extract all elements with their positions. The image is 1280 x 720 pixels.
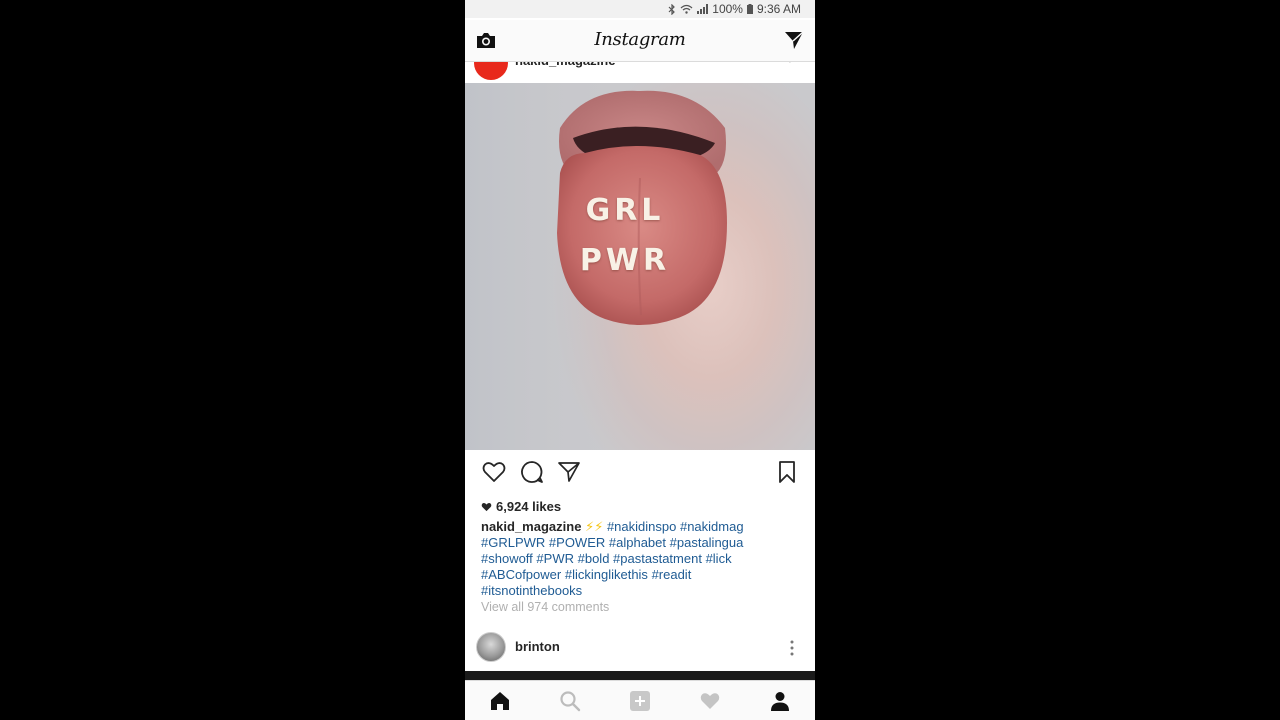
heart-outline-icon[interactable] xyxy=(481,459,507,485)
heart-filled-icon xyxy=(481,502,492,511)
status-bar: 100% 9:36 AM xyxy=(465,0,815,18)
bottom-navigation xyxy=(465,680,815,720)
next-post-header: brinton xyxy=(465,628,815,668)
phone-screen: 100% 9:36 AM Instagram nakid_magazine ⋮ xyxy=(465,0,815,720)
caption-username[interactable]: nakid_magazine xyxy=(481,519,581,534)
wifi-icon xyxy=(680,4,693,14)
likes-count[interactable]: 6,924 likes xyxy=(481,499,561,514)
hashtag[interactable]: #POWER xyxy=(549,535,605,550)
add-post-icon[interactable] xyxy=(629,690,651,712)
hashtag[interactable]: #ABCofpower xyxy=(481,567,561,582)
hashtag[interactable]: #GRLPWR xyxy=(481,535,545,550)
more-options-icon[interactable] xyxy=(789,640,795,656)
hashtag[interactable]: #itsnotinthebooks xyxy=(481,583,582,598)
direct-message-icon[interactable] xyxy=(783,29,805,51)
post-image[interactable]: GRL PWR xyxy=(465,83,815,450)
hashtag[interactable]: #nakidinspo xyxy=(607,519,676,534)
share-icon[interactable] xyxy=(556,459,582,485)
battery-icon xyxy=(746,4,753,14)
image-text-line-2: PWR xyxy=(579,243,671,278)
image-text-line-1: GRL xyxy=(585,193,665,228)
hashtag[interactable]: #PWR xyxy=(536,551,574,566)
app-logo: Instagram xyxy=(594,29,686,50)
post-actions xyxy=(465,450,815,492)
hashtag[interactable]: #bold xyxy=(578,551,610,566)
profile-icon[interactable] xyxy=(769,690,791,712)
bluetooth-icon xyxy=(668,3,676,15)
app-header: Instagram xyxy=(465,20,815,62)
search-icon[interactable] xyxy=(559,690,581,712)
clock: 9:36 AM xyxy=(756,2,801,16)
avatar[interactable] xyxy=(476,632,506,662)
hashtag[interactable]: #lick xyxy=(706,551,732,566)
home-icon[interactable] xyxy=(489,690,511,712)
hashtag[interactable]: #alphabet xyxy=(609,535,666,550)
heart-icon[interactable] xyxy=(699,690,721,712)
battery-percent: 100% xyxy=(712,2,743,16)
bookmark-icon[interactable] xyxy=(774,459,800,485)
likes-label: 6,924 likes xyxy=(496,499,562,514)
caption-emoji: ⚡⚡ xyxy=(585,519,604,534)
hashtag[interactable]: #pastastatment xyxy=(613,551,702,566)
signal-icon xyxy=(697,4,709,14)
view-all-comments-link[interactable]: View all 974 comments xyxy=(481,600,609,614)
post-caption: nakid_magazine ⚡⚡ #nakidinspo #nakidmag … xyxy=(481,519,801,599)
hashtag[interactable]: #readit xyxy=(652,567,692,582)
hashtag[interactable]: #nakidmag xyxy=(680,519,744,534)
comment-icon[interactable] xyxy=(519,459,545,485)
next-post-username[interactable]: brinton xyxy=(515,639,560,654)
hashtag[interactable]: #showoff xyxy=(481,551,533,566)
hashtag[interactable]: #lickinglikethis xyxy=(565,567,648,582)
hashtag[interactable]: #pastalingua xyxy=(670,535,744,550)
